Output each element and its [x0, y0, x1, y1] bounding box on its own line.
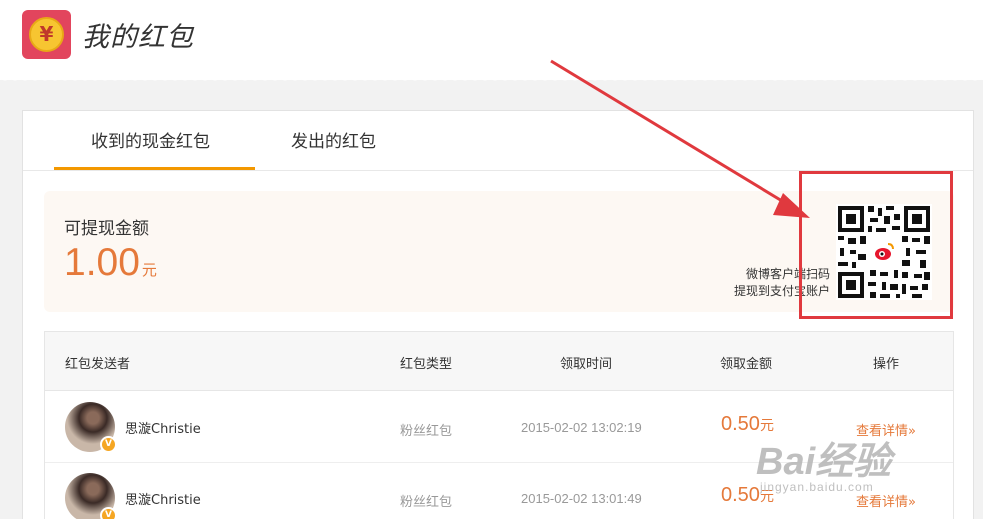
envelope-type: 粉丝红包 — [400, 424, 453, 439]
sender-name[interactable]: 思漩Christie — [125, 418, 201, 437]
verified-badge-icon: V — [100, 507, 117, 519]
balance-unit: 元 — [141, 262, 157, 279]
annotation-highlight-box — [799, 171, 953, 319]
wavy-divider — [0, 76, 983, 86]
active-tab-indicator — [54, 167, 255, 170]
page-title: 我的红包 — [82, 22, 194, 53]
received-time: 2015-02-02 13:01:49 — [521, 491, 642, 506]
watermark-logo-text: Bai经验 — [756, 441, 892, 483]
col-amount: 领取金额 — [720, 357, 773, 372]
red-envelope-logo-icon: ¥ — [22, 10, 71, 59]
balance-amount: 1.00 元 — [64, 241, 157, 285]
yen-coin-icon: ¥ — [29, 17, 64, 52]
envelope-type: 粉丝红包 — [400, 495, 453, 510]
balance-value: 1.00 — [64, 241, 140, 284]
sender-name[interactable]: 思漩Christie — [125, 489, 201, 508]
table-header: 红包发送者 红包类型 领取时间 领取金额 操作 — [45, 332, 953, 391]
balance-label: 可提现金额 — [64, 219, 149, 239]
col-action: 操作 — [873, 357, 900, 372]
col-time: 领取时间 — [560, 357, 613, 372]
baidu-jingyan-watermark: Bai经验 jingyan.baidu.com — [752, 430, 952, 510]
received-time: 2015-02-02 13:02:19 — [521, 420, 642, 435]
col-sender: 红包发送者 — [65, 357, 131, 372]
tab-sent[interactable]: 发出的红包 — [291, 127, 376, 152]
col-type: 红包类型 — [400, 357, 453, 372]
watermark-url: jingyan.baidu.com — [760, 480, 874, 494]
header: ¥ 我的红包 — [0, 0, 983, 80]
tab-received-cash[interactable]: 收到的现金红包 — [91, 127, 210, 152]
verified-badge-icon: V — [100, 436, 117, 453]
tab-bar: 收到的现金红包 发出的红包 — [23, 111, 973, 171]
